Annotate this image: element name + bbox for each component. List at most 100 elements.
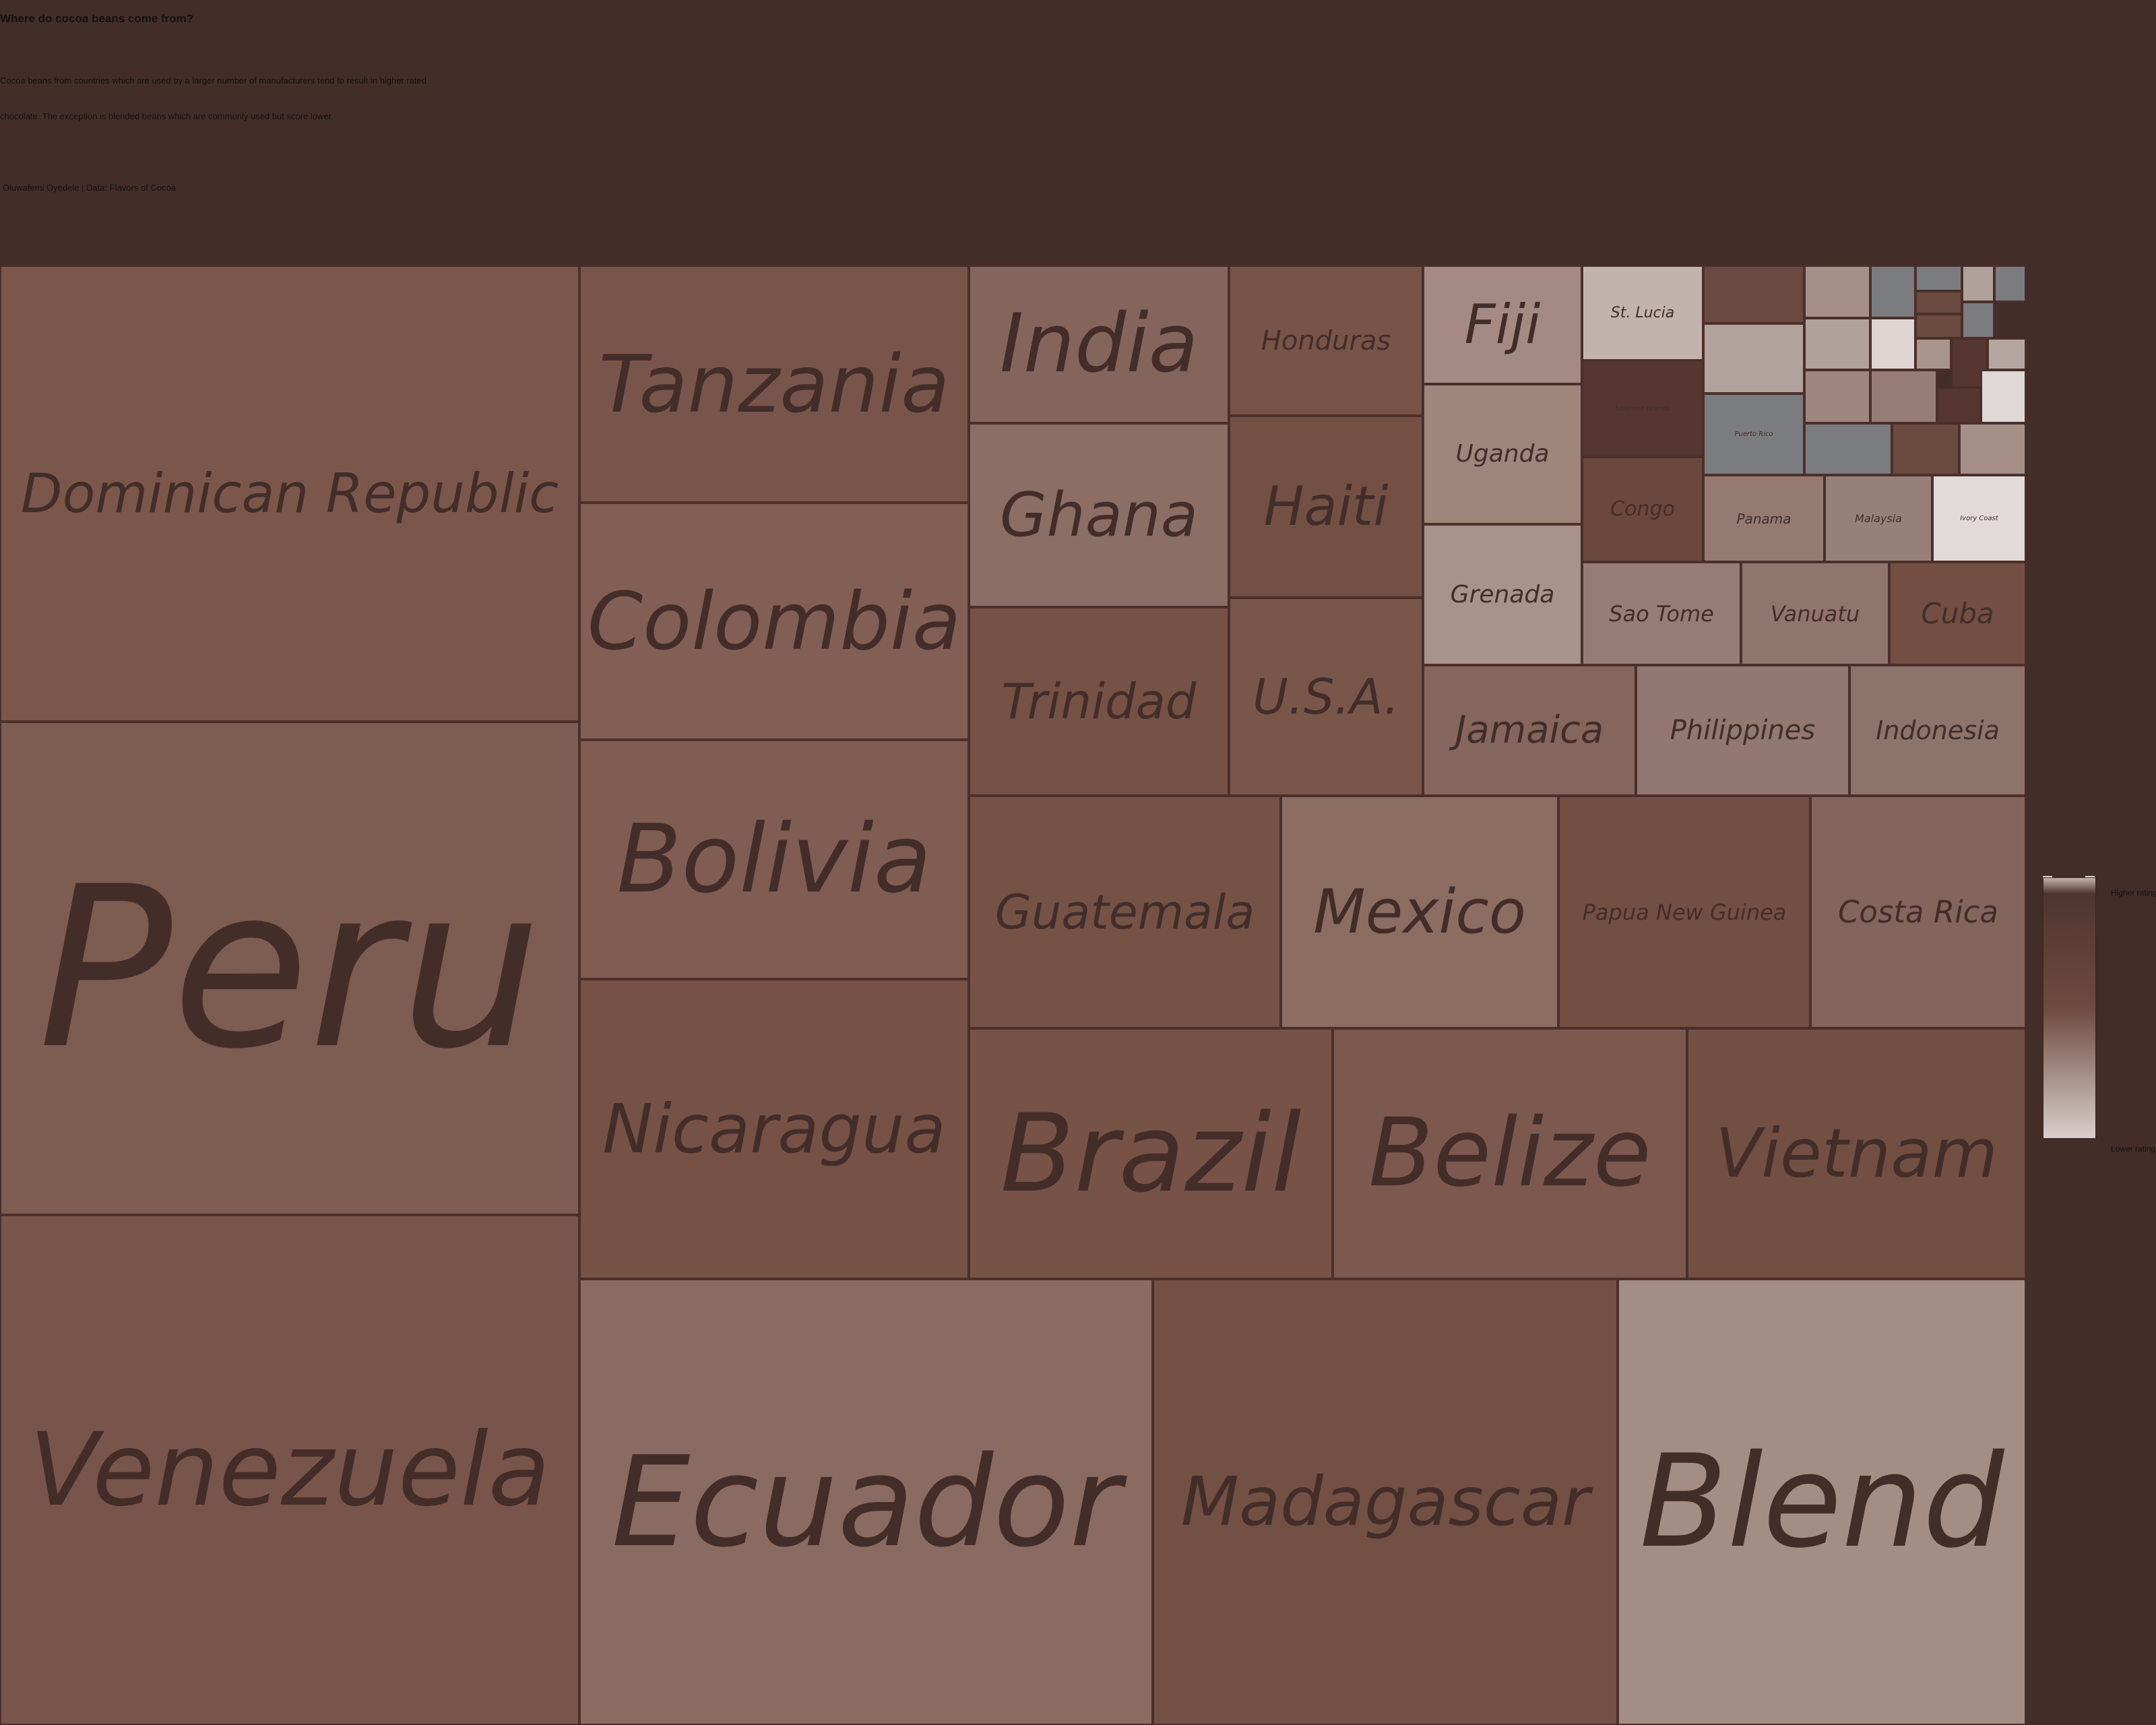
treemap-cell-congo: Congo — [1582, 457, 1703, 562]
treemap-label-tanzania: Tanzania — [598, 338, 950, 431]
treemap-cell-unlabeled-53 — [1988, 338, 2026, 370]
treemap-label-congo: Congo — [1610, 497, 1675, 521]
treemap-cell-mexico: Mexico — [1281, 796, 1558, 1028]
treemap-cell-unlabeled-46 — [1703, 323, 1804, 394]
treemap-label-haiti: Haiti — [1263, 475, 1389, 538]
treemap-cell-peru: Peru — [0, 722, 579, 1215]
treemap-label-brazil: Brazil — [1000, 1090, 1302, 1216]
treemap-cell-indonesia: Indonesia — [1849, 665, 2026, 796]
treemap-label-honduras: Honduras — [1261, 325, 1391, 356]
treemap-cell-madagascar: Madagascar — [1153, 1279, 1618, 1725]
treemap-cell-unlabeled-45 — [1915, 291, 1962, 314]
treemap-label-ecuador: Ecuador — [611, 1429, 1121, 1575]
treemap-cell-unlabeled-60 — [1959, 423, 2026, 475]
treemap-cell-unlabeled-54 — [1804, 370, 1870, 423]
treemap-cell-costa-rica: Costa Rica — [1810, 796, 2026, 1028]
treemap-cell-bolivia: Bolivia — [579, 740, 969, 979]
treemap-cell-unlabeled-40 — [1804, 265, 1870, 318]
treemap-label-blend: Blend — [1639, 1427, 2004, 1576]
treemap-cell-unlabeled-48 — [1915, 314, 1962, 338]
treemap-cell-unlabeled-50 — [1870, 318, 1915, 370]
treemap-label-jamaica: Jamaica — [1455, 708, 1604, 752]
treemap-cell-belize: Belize — [1333, 1028, 1687, 1279]
treemap-cell-unlabeled-51 — [1915, 338, 1951, 370]
chart-subtitle-line-1: Cocoa beans from countries which are use… — [0, 75, 427, 86]
treemap-label-vanuatu: Vanuatu — [1770, 600, 1860, 627]
treemap-label-ghana: Ghana — [999, 479, 1199, 551]
treemap-cell-haiti: Haiti — [1229, 416, 1423, 598]
treemap-cell-unlabeled-56 — [1937, 387, 1981, 423]
treemap-cell-vanuatu: Vanuatu — [1741, 562, 1889, 665]
treemap-cell-guatemala: Guatemala — [969, 796, 1281, 1028]
treemap-cell-papua-new-guinea: Papua New Guinea — [1558, 796, 1810, 1028]
treemap-cell-grenada: Grenada — [1423, 524, 1582, 665]
treemap-cell-malaysia: Malaysia — [1825, 475, 1932, 562]
treemap-label-costa-rica: Costa Rica — [1837, 894, 1998, 930]
treemap-label-india: India — [999, 297, 1199, 391]
treemap-label-malaysia: Malaysia — [1855, 511, 1902, 525]
treemap-cell-colombia: Colombia — [579, 503, 969, 740]
treemap-label-peru: Peru — [38, 839, 542, 1098]
treemap-cell-solomon-islands: Solomon Islands — [1582, 360, 1703, 457]
treemap-cell-unlabeled-42 — [1915, 265, 1962, 291]
treemap-label-philippines: Philippines — [1670, 715, 1816, 746]
chart-subtitle-line-2: chocolate. The exception is blended bean… — [0, 111, 334, 121]
treemap-cell-unlabeled-44 — [1994, 265, 2026, 302]
treemap-label-bolivia: Bolivia — [616, 804, 932, 914]
treemap-cell-honduras: Honduras — [1229, 265, 1423, 416]
treemap-label-cuba: Cuba — [1921, 596, 1994, 630]
treemap-cell-u-s-a: U.S.A. — [1229, 598, 1423, 796]
treemap-cell-vietnam: Vietnam — [1687, 1028, 2026, 1279]
treemap-cell-blend: Blend — [1618, 1279, 2026, 1725]
legend-color-bar — [2043, 877, 2096, 1139]
treemap-cell-puerto-rico: Puerto Rico — [1703, 394, 1804, 475]
treemap-label-belize: Belize — [1368, 1098, 1651, 1208]
treemap-label-dominican-republic: Dominican Republic — [20, 462, 559, 525]
treemap-label-grenada: Grenada — [1450, 580, 1555, 608]
treemap-cell-unlabeled-55 — [1870, 370, 1937, 423]
treemap-cell-india: India — [969, 265, 1229, 423]
treemap-label-st-lucia: St. Lucia — [1610, 304, 1675, 321]
treemap-label-u-s-a: U.S.A. — [1253, 668, 1399, 725]
treemap-cell-unlabeled-47 — [1962, 302, 1994, 338]
treemap-cell-venezuela: Venezuela — [0, 1215, 579, 1725]
treemap-cell-unlabeled-59 — [1892, 423, 1959, 475]
treemap-label-colombia: Colombia — [587, 575, 961, 668]
treemap-label-madagascar: Madagascar — [1180, 1462, 1590, 1541]
treemap-cell-dominican-republic: Dominican Republic — [0, 265, 579, 722]
treemap-label-vietnam: Vietnam — [1715, 1114, 1998, 1193]
treemap-cell-st-lucia: St. Lucia — [1582, 265, 1703, 360]
treemap-label-papua-new-guinea: Papua New Guinea — [1582, 899, 1787, 925]
treemap-label-ivory-coast: Ivory Coast — [1960, 514, 1998, 522]
treemap-label-fiji: Fiji — [1464, 293, 1541, 356]
treemap-cell-unlabeled-57 — [1981, 370, 2026, 423]
legend-label-higher: Higher rating — [2111, 888, 2156, 898]
treemap-cell-fiji: Fiji — [1423, 265, 1582, 384]
treemap-cell-unlabeled-49 — [1804, 318, 1870, 370]
treemap-cell-nicaragua: Nicaragua — [579, 979, 969, 1279]
treemap-label-trinidad: Trinidad — [1001, 673, 1197, 730]
treemap-label-sao-tome: Sao Tome — [1609, 600, 1714, 627]
treemap-label-indonesia: Indonesia — [1876, 716, 2000, 745]
legend-label-lower: Lower rating — [2111, 1144, 2156, 1154]
chart-title: Where do cocoa beans come from? — [0, 12, 194, 25]
treemap-cell-ghana: Ghana — [969, 423, 1229, 607]
treemap-label-nicaragua: Nicaragua — [602, 1089, 946, 1168]
chart-credit: Oluwafemi Oyedele | Data: Flavors of Coc… — [3, 183, 176, 193]
treemap-cell-philippines: Philippines — [1636, 665, 1849, 796]
treemap-cell-unlabeled-39 — [1703, 265, 1804, 323]
treemap-cell-brazil: Brazil — [969, 1028, 1333, 1279]
treemap-label-puerto-rico: Puerto Rico — [1734, 430, 1773, 438]
legend-tick-top-left — [2043, 876, 2052, 877]
treemap-cell-jamaica: Jamaica — [1423, 665, 1636, 796]
treemap-label-solomon-islands: Solomon Islands — [1615, 404, 1670, 412]
treemap-label-uganda: Uganda — [1455, 440, 1550, 468]
treemap-label-venezuela: Venezuela — [29, 1411, 550, 1529]
treemap-cell-ivory-coast: Ivory Coast — [1932, 475, 2026, 562]
treemap-label-mexico: Mexico — [1313, 876, 1526, 947]
treemap-cell-ecuador: Ecuador — [579, 1279, 1153, 1725]
treemap-label-guatemala: Guatemala — [994, 884, 1255, 940]
treemap-cell-panama: Panama — [1703, 475, 1825, 562]
treemap-cell-trinidad: Trinidad — [969, 607, 1229, 796]
treemap-chart: Peru Dominican Republic Venezuela Ecuador Ma… — [0, 265, 2026, 1725]
